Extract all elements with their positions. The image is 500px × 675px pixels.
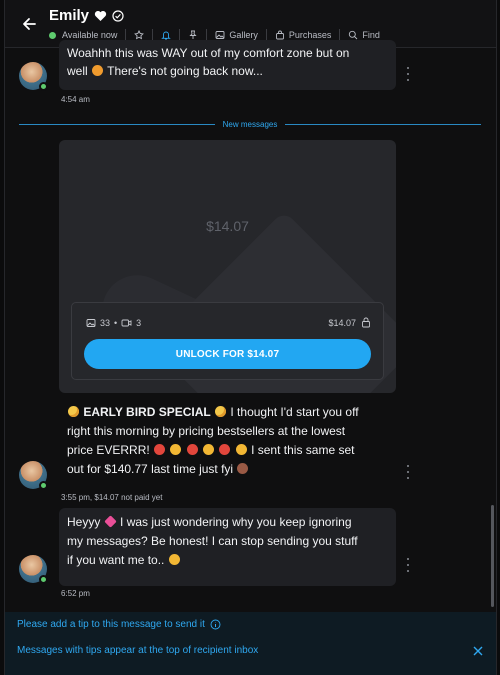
contact-name-row[interactable]: Emily	[49, 7, 124, 24]
monkey-emoji-icon	[237, 463, 249, 474]
close-icon[interactable]	[472, 645, 484, 657]
post-headline: EARLY BIRD SPECIAL	[83, 405, 211, 419]
purchases-label: Purchases	[288, 30, 332, 40]
message-bubble: Woahhh this was WAY out of my comfort zo…	[59, 40, 396, 90]
bag-icon	[275, 30, 284, 40]
star-icon	[134, 30, 145, 40]
video-icon	[121, 319, 132, 326]
chat-window: Emily Available now Gallery Purchases Fi…	[4, 0, 497, 675]
price-lock: $14.07	[328, 317, 371, 328]
message-menu-button[interactable]	[403, 558, 413, 572]
unlock-button[interactable]: UNLOCK FOR $14.07	[84, 339, 371, 369]
sun-emoji-icon	[170, 444, 182, 455]
notifications-button[interactable]	[161, 30, 172, 40]
availability-status: Available now	[62, 30, 118, 40]
favorite-button[interactable]	[134, 30, 145, 40]
unlock-panel: 33 • 3 $14.07 UNLOCK FOR $14.07	[71, 302, 384, 380]
tip-required-message: Please add a tip to this message to send…	[17, 619, 221, 630]
lock-icon	[362, 317, 370, 328]
find-label: Find	[362, 30, 380, 40]
message-time: 6:52 pm	[61, 589, 90, 598]
sun-emoji-icon	[235, 444, 247, 455]
online-indicator	[39, 575, 48, 584]
tip-notice: Please add a tip to this message to send…	[5, 612, 496, 675]
gallery-label: Gallery	[229, 30, 258, 40]
laughing-emoji-icon	[92, 65, 104, 76]
locked-media-card[interactable]: $14.07 33 • 3 $14.07 UNLOCK FOR $14.07	[59, 140, 396, 393]
avatar[interactable]	[19, 461, 48, 490]
devil-emoji-icon	[219, 444, 231, 455]
gallery-button[interactable]: Gallery	[215, 30, 258, 40]
search-icon	[349, 30, 358, 40]
media-counts: 33 • 3	[86, 318, 141, 328]
image-icon	[215, 31, 225, 39]
sun-emoji-icon	[215, 406, 227, 417]
heart-icon	[94, 10, 107, 21]
paid-status: $14.07 not paid yet	[94, 493, 163, 502]
media-price: $14.07	[328, 317, 356, 328]
scrollbar[interactable]	[491, 505, 494, 607]
avatar[interactable]	[19, 555, 48, 584]
message-menu-button[interactable]	[403, 67, 413, 81]
bell-icon	[161, 31, 172, 40]
messages-area: Woahhh this was WAY out of my comfort zo…	[5, 40, 496, 612]
pin-icon	[189, 30, 197, 39]
new-messages-label: New messages	[222, 119, 278, 129]
locked-price-overlay: $14.07	[206, 218, 249, 234]
verified-icon	[112, 9, 124, 22]
message-menu-button[interactable]	[403, 465, 413, 479]
info-icon[interactable]	[210, 619, 221, 630]
message-time-row: 3:55 pm, $14.07 not paid yet	[61, 493, 163, 502]
sun-emoji-icon	[68, 406, 79, 417]
devil-emoji-icon	[186, 444, 198, 455]
heart-emoji-icon	[103, 515, 117, 528]
online-indicator	[39, 82, 48, 91]
image-icon	[86, 318, 96, 327]
online-indicator	[39, 481, 48, 490]
pleading-face-emoji-icon	[168, 554, 180, 565]
video-count: 3	[136, 317, 142, 328]
online-indicator	[49, 31, 56, 39]
photo-count: 33	[100, 317, 111, 328]
sun-emoji-icon	[203, 444, 215, 455]
new-messages-divider: New messages	[19, 118, 481, 130]
paid-post-text: EARLY BIRD SPECIAL I thought I'd start y…	[67, 405, 359, 476]
tip-info-message: Messages with tips appear at the top of …	[17, 645, 259, 656]
avatar[interactable]	[19, 62, 48, 91]
find-button[interactable]: Find	[348, 30, 380, 40]
arrow-left-icon	[23, 18, 36, 30]
contact-name[interactable]: Emily	[49, 7, 89, 24]
devil-emoji-icon	[154, 444, 166, 455]
message-text-line2: well There's not going back now...	[67, 64, 263, 78]
back-button[interactable]	[17, 12, 41, 36]
message-text: Woahhh this was WAY out of my comfort zo…	[67, 46, 350, 60]
message-bubble: Heyyy I was just wondering why you keep …	[59, 508, 396, 586]
purchases-button[interactable]: Purchases	[275, 30, 332, 40]
media-info-row: 33 • 3 $14.07	[86, 317, 371, 328]
pin-button[interactable]	[188, 30, 198, 40]
message-time: 4:54 am	[61, 95, 90, 104]
